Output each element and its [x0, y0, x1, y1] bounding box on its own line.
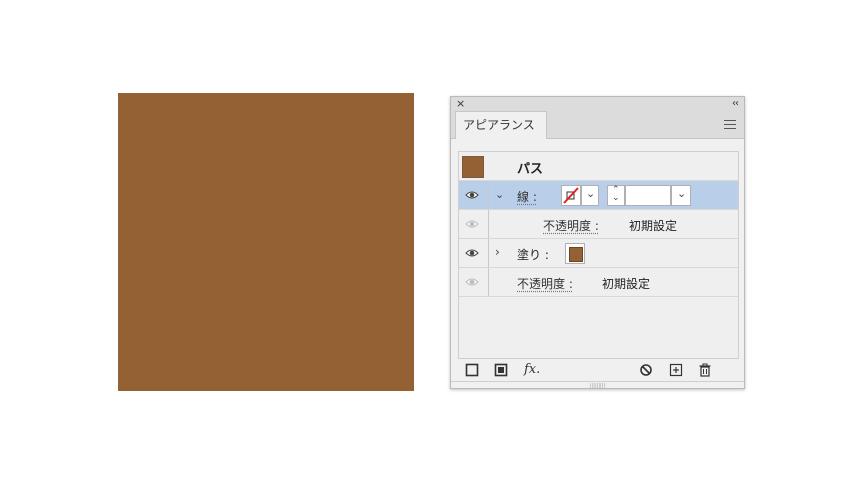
chevron-down-icon: ⌄ [677, 187, 687, 200]
object-opacity-row[interactable]: 不透明度 : 初期設定 [459, 268, 738, 297]
fill-color-swatch[interactable] [565, 243, 585, 264]
object-thumbnail [462, 156, 484, 178]
add-effect-icon[interactable]: fx. [524, 362, 540, 377]
appearance-list: パス ⌄ 線 : ⌄ ⌃ ⌄ ⌄ 不透明度: 初期設定 › 塗り: 不透明度… [458, 151, 739, 359]
duplicate-item-icon[interactable] [669, 363, 683, 377]
object-label: パス [517, 162, 544, 177]
visibility-eye-icon[interactable] [465, 218, 479, 230]
chevron-down-icon[interactable]: ⌄ [612, 193, 620, 203]
collapse-icon[interactable]: ‹‹ [732, 97, 739, 111]
add-new-stroke-icon[interactable] [465, 363, 479, 377]
fill-row[interactable]: › 塗り : [459, 239, 738, 268]
object-opacity-label[interactable]: 不透明度 : [517, 275, 573, 292]
appearance-panel: × ‹‹ アピアランス パス ⌄ 線 : ⌄ ⌃ ⌄ ⌄ 不透明度: 初期設定… [450, 96, 745, 389]
stroke-weight-stepper[interactable]: ⌃ ⌄ [607, 185, 625, 206]
object-row[interactable]: パス [459, 152, 738, 181]
chevron-down-icon: ⌄ [586, 187, 596, 200]
tab-appearance[interactable]: アピアランス [455, 111, 547, 139]
stroke-row[interactable]: ⌄ 線 : ⌄ ⌃ ⌄ ⌄ [459, 181, 738, 210]
clear-appearance-icon[interactable] [639, 363, 653, 377]
chevron-down-icon[interactable]: ⌄ [495, 188, 504, 201]
object-opacity-value: 初期設定 [602, 277, 651, 291]
visibility-eye-icon[interactable] [465, 189, 479, 201]
stroke-opacity-row[interactable]: 不透明度 : 初期設定 [459, 210, 738, 239]
stroke-color-swatch[interactable] [561, 185, 581, 206]
stroke-label[interactable]: 線 : [517, 188, 537, 205]
stroke-weight-input[interactable] [625, 185, 671, 206]
chevron-right-icon[interactable]: › [495, 245, 500, 259]
panel-titlebar: × ‹‹ [451, 97, 744, 111]
trash-icon[interactable] [698, 363, 712, 377]
panel-menu-icon[interactable] [724, 120, 736, 129]
add-new-fill-icon[interactable] [494, 363, 508, 377]
stroke-color-dropdown[interactable]: ⌄ [581, 185, 599, 206]
artwork-square[interactable] [118, 93, 414, 391]
close-icon[interactable]: × [456, 97, 465, 111]
stroke-weight-dropdown[interactable]: ⌄ [671, 185, 691, 206]
resize-grip[interactable]: ||||||||| [451, 381, 744, 389]
stroke-opacity-label[interactable]: 不透明度 : [543, 217, 599, 234]
visibility-eye-icon[interactable] [465, 276, 479, 288]
visibility-eye-icon[interactable] [465, 247, 479, 259]
stroke-opacity-value: 初期設定 [629, 219, 678, 233]
fill-label[interactable]: 塗り : [517, 246, 549, 263]
panel-footer: fx. [451, 361, 744, 381]
tab-row: アピアランス [451, 111, 744, 139]
